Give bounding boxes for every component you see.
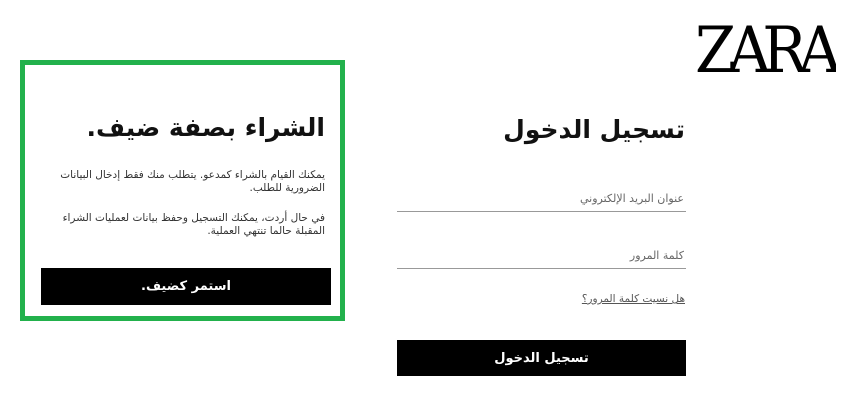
forgot-password-link[interactable]: هل نسيت كلمة المرور؟ bbox=[582, 293, 685, 305]
login-title: تسجيل الدخول bbox=[503, 115, 685, 144]
login-button[interactable]: تسجيل الدخول bbox=[397, 340, 686, 376]
login-form: تسجيل الدخول هل نسيت كلمة المرور؟ تسجيل … bbox=[0, 0, 846, 420]
password-field[interactable] bbox=[397, 243, 686, 269]
checkout-login-page: ZARA الشراء بصفة ضيف. يمكنك القيام بالشر… bbox=[0, 0, 846, 420]
email-field[interactable] bbox=[397, 186, 686, 212]
